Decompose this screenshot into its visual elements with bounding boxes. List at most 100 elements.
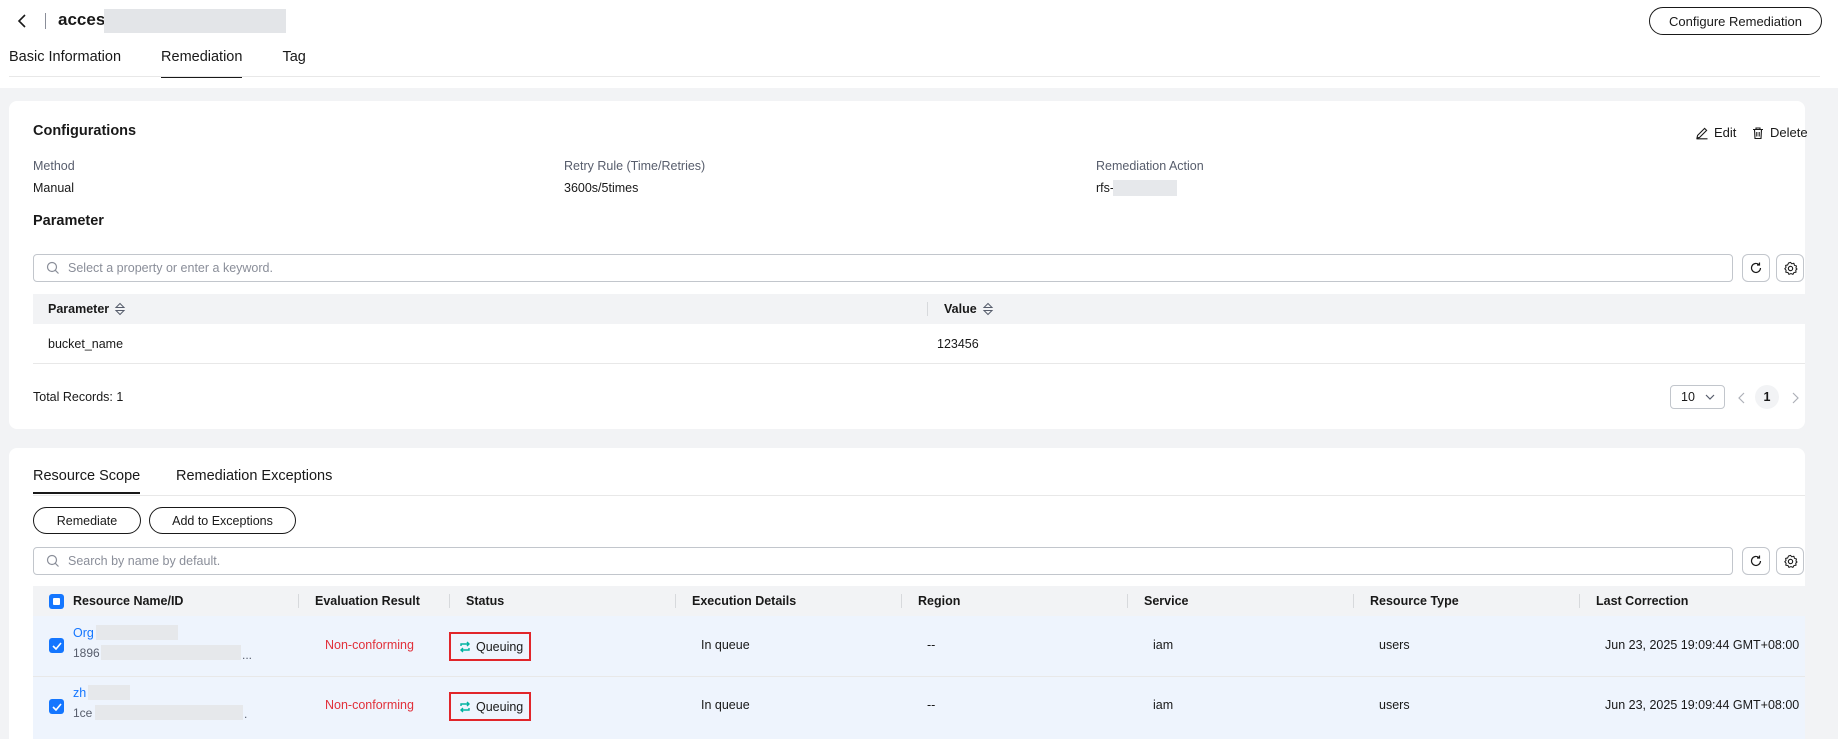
next-page-icon[interactable] bbox=[1790, 392, 1800, 404]
status-badge: Queuing bbox=[449, 632, 531, 661]
total-records: Total Records: 1 bbox=[33, 390, 124, 404]
region: -- bbox=[927, 638, 936, 652]
row-divider bbox=[33, 363, 1805, 364]
column-divider bbox=[675, 594, 676, 608]
column-divider bbox=[927, 302, 928, 316]
resource-search bbox=[33, 547, 1733, 575]
redacted-name bbox=[88, 685, 130, 700]
column-resource-type: Resource Type bbox=[1370, 594, 1459, 608]
service: iam bbox=[1153, 638, 1174, 652]
last-correction: Jun 23, 2025 19:09:44 GMT+08:00 bbox=[1605, 638, 1800, 652]
column-value-label: Value bbox=[944, 302, 977, 316]
tab-tag[interactable]: Tag bbox=[282, 49, 305, 78]
execution-details: In queue bbox=[701, 638, 750, 652]
parameter-search bbox=[33, 254, 1733, 282]
row-checkbox[interactable] bbox=[49, 638, 64, 653]
redacted-action bbox=[1113, 180, 1177, 196]
retry-rule-label: Retry Rule (Time/Retries) bbox=[564, 159, 706, 173]
tabs-divider bbox=[33, 495, 1805, 496]
resource-scope-card: Resource Scope Remediation Exceptions Re… bbox=[9, 448, 1805, 739]
resource-id: 1ce bbox=[73, 706, 93, 720]
trash-icon bbox=[1753, 126, 1763, 139]
settings-button[interactable] bbox=[1776, 254, 1804, 282]
table-row[interactable]: Org 1896 ... Non-conforming Queuing In q… bbox=[33, 616, 1805, 676]
resource-id: 1896 bbox=[73, 646, 100, 660]
refresh-button[interactable] bbox=[1742, 254, 1770, 282]
search-icon bbox=[46, 554, 59, 567]
tab-remediation[interactable]: Remediation bbox=[161, 49, 243, 78]
refresh-button[interactable] bbox=[1742, 547, 1770, 575]
select-all-checkbox[interactable] bbox=[49, 594, 64, 609]
resource-name-link[interactable]: Org bbox=[73, 626, 94, 640]
value-cell: 123456 bbox=[937, 337, 979, 351]
title-divider bbox=[45, 13, 46, 29]
remediation-action-value: rfs- bbox=[1096, 181, 1115, 195]
chevron-down-icon bbox=[1705, 394, 1715, 400]
table-row[interactable]: zh 1ce . Non-conforming Queuing In queue… bbox=[33, 677, 1805, 739]
column-value[interactable]: Value bbox=[944, 294, 994, 324]
add-to-exceptions-button[interactable]: Add to Exceptions bbox=[149, 507, 296, 534]
checkmark-icon bbox=[51, 641, 62, 650]
resource-id-truncation: . bbox=[244, 707, 248, 721]
service: iam bbox=[1153, 698, 1174, 712]
resource-id-truncation: ... bbox=[242, 648, 253, 662]
configure-remediation-button[interactable]: Configure Remediation bbox=[1649, 7, 1822, 35]
queuing-icon bbox=[460, 641, 470, 652]
redacted-id bbox=[101, 645, 241, 660]
sort-icon bbox=[114, 302, 126, 316]
sort-icon bbox=[982, 302, 993, 316]
column-status: Status bbox=[466, 594, 505, 608]
gear-icon bbox=[1783, 554, 1798, 568]
edit-label: Edit bbox=[1714, 125, 1737, 140]
tabs-divider bbox=[9, 76, 1820, 77]
column-execution-details: Execution Details bbox=[692, 594, 797, 608]
resource-type: users bbox=[1379, 698, 1410, 712]
parameter-table-header: Parameter Value bbox=[33, 294, 1805, 324]
prev-page-icon[interactable] bbox=[1737, 392, 1747, 404]
evaluation-result: Non-conforming bbox=[325, 698, 414, 712]
column-resource-name: Resource Name/ID bbox=[73, 594, 184, 608]
column-region: Region bbox=[918, 594, 961, 608]
page-number-current[interactable]: 1 bbox=[1755, 385, 1779, 409]
column-parameter[interactable]: Parameter bbox=[48, 294, 126, 324]
column-divider bbox=[1127, 594, 1128, 608]
page-header: access Configure Remediation Basic Infor… bbox=[0, 0, 1838, 88]
resource-table-header: Resource Name/ID Evaluation Result Statu… bbox=[33, 586, 1805, 616]
resource-name-link[interactable]: zh bbox=[73, 686, 86, 700]
column-divider bbox=[449, 594, 450, 608]
remediate-button[interactable]: Remediate bbox=[33, 507, 141, 534]
tab-remediation-exceptions[interactable]: Remediation Exceptions bbox=[176, 468, 332, 484]
resource-search-input[interactable] bbox=[68, 554, 1586, 568]
settings-button[interactable] bbox=[1776, 547, 1804, 575]
column-last-correction: Last Correction bbox=[1596, 594, 1689, 608]
checkmark-icon bbox=[51, 702, 62, 711]
tab-resource-scope[interactable]: Resource Scope bbox=[33, 468, 141, 494]
refresh-icon bbox=[1750, 555, 1762, 567]
last-correction: Jun 23, 2025 19:09:44 GMT+08:00 bbox=[1605, 698, 1800, 712]
back-button[interactable] bbox=[12, 10, 32, 32]
edit-button[interactable]: Edit bbox=[1695, 125, 1736, 140]
detail-tabs: Basic Information Remediation Tag bbox=[9, 49, 346, 78]
column-divider bbox=[1353, 594, 1354, 608]
chevron-left-icon bbox=[17, 14, 26, 28]
column-parameter-label: Parameter bbox=[48, 302, 110, 316]
tab-basic-information[interactable]: Basic Information bbox=[9, 49, 121, 78]
region: -- bbox=[927, 698, 936, 712]
edit-icon bbox=[1696, 127, 1708, 139]
column-service: Service bbox=[1144, 594, 1189, 608]
status-label: Queuing bbox=[476, 639, 524, 654]
status-badge: Queuing bbox=[449, 692, 531, 721]
redacted-id bbox=[95, 705, 243, 720]
page-size-select[interactable]: 10 bbox=[1670, 385, 1725, 409]
evaluation-result: Non-conforming bbox=[325, 638, 414, 652]
method-value: Manual bbox=[33, 181, 74, 195]
parameter-title: Parameter bbox=[33, 213, 104, 229]
configurations-title: Configurations bbox=[33, 123, 137, 139]
row-checkbox[interactable] bbox=[49, 699, 64, 714]
delete-button[interactable]: Delete bbox=[1751, 125, 1808, 140]
gear-icon bbox=[1783, 261, 1798, 275]
search-icon bbox=[46, 261, 59, 274]
parameter-search-input[interactable] bbox=[68, 261, 1586, 275]
status-label: Queuing bbox=[476, 699, 524, 714]
parameter-cell: bucket_name bbox=[48, 337, 124, 351]
